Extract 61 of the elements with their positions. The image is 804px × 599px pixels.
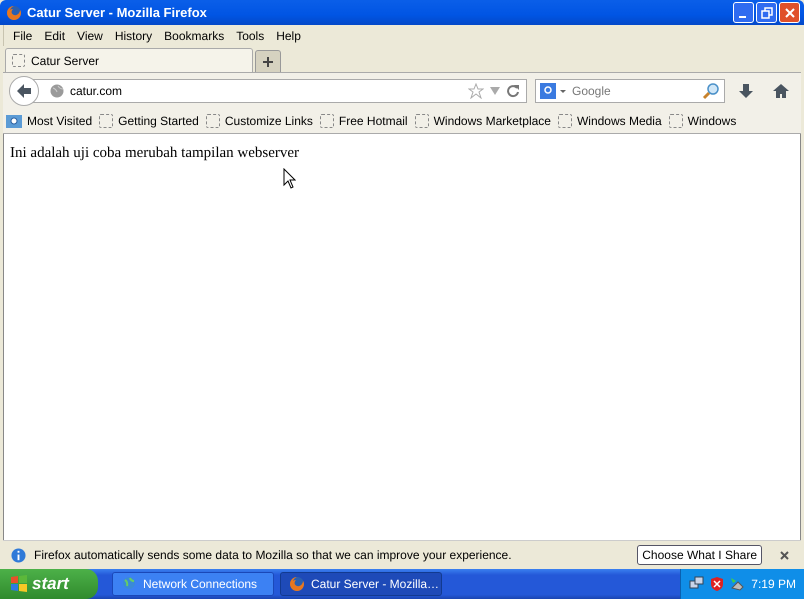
notification-message: Firefox automatically sends some data to Mozilla so that we can improve your experience. — [34, 548, 513, 562]
minimize-icon — [738, 16, 746, 18]
page-icon — [12, 54, 25, 67]
home-icon[interactable] — [772, 83, 790, 99]
restore-button[interactable] — [756, 2, 777, 23]
choose-share-button[interactable]: Choose What I Share — [637, 545, 762, 565]
back-arrow-icon — [15, 82, 33, 100]
connection-icon[interactable] — [729, 576, 745, 592]
firefox-icon — [289, 576, 305, 592]
bookmark-item[interactable]: Most Visited — [6, 114, 92, 128]
page-icon — [320, 114, 334, 128]
network-globe-icon — [121, 576, 137, 592]
new-tab-button[interactable] — [255, 50, 281, 72]
close-icon — [784, 6, 796, 18]
page-icon — [99, 114, 114, 128]
search-engine-icon[interactable] — [540, 83, 568, 99]
mouse-cursor-icon — [283, 168, 296, 189]
page-icon — [668, 114, 683, 128]
menu-item[interactable]: Edit — [38, 28, 72, 42]
window-title: Catur Server - Mozilla Firefox — [27, 5, 208, 20]
globe-icon — [50, 84, 64, 98]
reload-icon[interactable] — [506, 84, 520, 98]
taskbar-button[interactable]: Catur Server - Mozilla… — [280, 572, 442, 596]
shield-icon[interactable] — [709, 576, 725, 592]
folder-icon — [6, 114, 22, 128]
search-field[interactable]: Google — [535, 79, 725, 103]
bookmark-item[interactable]: Customize Links — [206, 114, 313, 128]
taskbar-button[interactable]: Network Connections — [112, 572, 274, 596]
menu-item[interactable]: Bookmarks — [158, 28, 230, 42]
page-icon — [558, 114, 572, 128]
bookmark-item[interactable]: Free Hotmail — [320, 114, 408, 128]
back-button[interactable] — [9, 76, 39, 106]
bookmark-item[interactable]: Getting Started — [99, 114, 199, 128]
browser-tab[interactable]: Catur Server — [5, 48, 253, 72]
menu-item[interactable]: Help — [270, 28, 307, 42]
close-icon — [780, 550, 789, 560]
menu-item[interactable]: File — [7, 28, 38, 42]
firefox-icon — [6, 4, 22, 20]
bookmark-item[interactable]: Windows Media — [558, 114, 662, 128]
info-icon — [11, 548, 26, 562]
menu-item[interactable]: Tools — [230, 28, 270, 42]
windows-logo-icon — [10, 575, 28, 593]
address-text: catur.com — [70, 84, 124, 98]
close-button[interactable] — [779, 2, 800, 23]
address-bar[interactable]: catur.com — [33, 79, 527, 103]
plus-icon — [262, 56, 274, 68]
download-icon[interactable] — [738, 83, 754, 99]
menu-item[interactable]: History — [108, 28, 158, 42]
bookmark-item[interactable]: Windows Marketplace — [414, 114, 551, 128]
menu-item[interactable]: View — [71, 28, 109, 42]
page-text: Ini adalah uji coba merubah tampilan webserver — [10, 145, 300, 162]
page-icon — [414, 114, 429, 128]
search-placeholder: Google — [572, 84, 612, 98]
page-icon — [206, 114, 220, 128]
minimize-button[interactable] — [733, 2, 754, 23]
clock: 7:19 PM — [751, 577, 796, 591]
restore-icon — [760, 6, 772, 18]
star-icon[interactable] — [468, 83, 484, 99]
bookmark-item[interactable]: Windows — [668, 114, 736, 128]
search-icon[interactable] — [702, 82, 720, 100]
tab-title: Catur Server — [31, 54, 100, 68]
